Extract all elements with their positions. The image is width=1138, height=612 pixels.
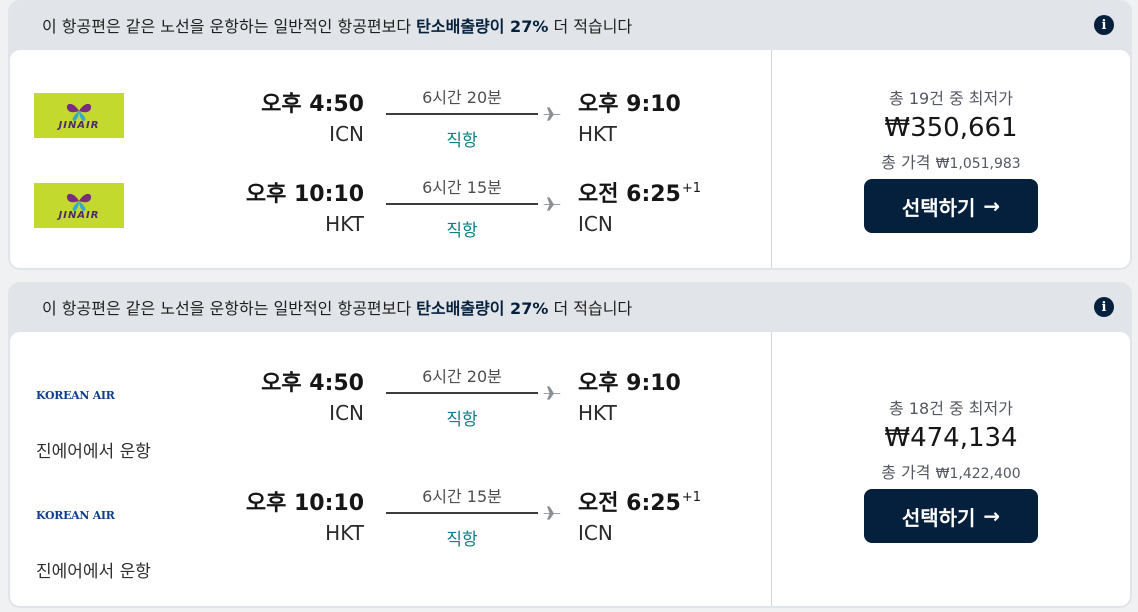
operated-by: 진에어에서 운항 [36, 562, 151, 582]
korean-air-logo: KOREAN AIR [36, 389, 115, 402]
arrival-airport: ICN [578, 212, 613, 236]
total-price: 총 가격 ₩1,051,983 [881, 153, 1021, 172]
airline-logo-text: JINAIR [58, 210, 100, 221]
butterfly-icon [66, 103, 92, 121]
route-line [386, 203, 538, 205]
route-line [386, 392, 538, 394]
select-button[interactable]: 선택하기 → [864, 179, 1038, 233]
arrival-airport: ICN [578, 521, 613, 545]
arrival-time: 오후 9:10 [578, 371, 681, 396]
return-leg: KOREAN AIR 진에어에서 운항 오후 10:10 HKT 6시간 15분… [10, 475, 772, 582]
price-panel: 총 18건 중 최저가 ₩474,134 총 가격 ₩1,422,400 선택하… [772, 332, 1130, 606]
route-line [386, 512, 538, 514]
outbound-leg: KOREAN AIR 진에어에서 운항 오후 4:50 ICN 6시간 20분 … [10, 355, 772, 462]
price-panel: 총 19건 중 최저가 ₩350,661 총 가격 ₩1,051,983 선택하… [772, 50, 1130, 268]
flight-duration: 6시간 15분 [422, 487, 502, 506]
jin-air-logo: JINAIR [34, 93, 124, 138]
stops-label: 직항 [446, 530, 478, 550]
price-per-person: ₩474,134 [884, 423, 1018, 453]
departure-time: 오후 10:10 [245, 182, 364, 207]
departure-time: 오후 4:50 [261, 371, 364, 396]
departure-airport: HKT [325, 521, 364, 545]
arrival-time: 오전 6:25+1 [578, 490, 702, 516]
plane-icon [543, 107, 561, 121]
day-offset: +1 [681, 490, 702, 505]
flight-result-card[interactable]: 이 항공편은 같은 노선을 운항하는 일반적인 항공편보다 탄소배출량이 27%… [8, 0, 1132, 270]
eco-highlight: 탄소배출량이 27% [416, 17, 549, 36]
stops-label: 직항 [446, 221, 478, 241]
arrival-airport: HKT [578, 122, 617, 146]
deal-count: 총 19건 중 최저가 [889, 89, 1013, 108]
stops-label: 직항 [446, 131, 478, 151]
total-price: 총 가격 ₩1,422,400 [881, 463, 1021, 482]
route-line [386, 113, 538, 115]
airline-logo-text: JINAIR [58, 120, 100, 131]
jin-air-logo: JINAIR [34, 183, 124, 228]
return-leg: JINAIR 오후 10:10 HKT 6시간 15분 직항 오전 6:25+1… [10, 166, 772, 256]
price-per-person: ₩350,661 [884, 113, 1018, 143]
arrival-time: 오전 6:25+1 [578, 181, 702, 207]
flight-duration: 6시간 15분 [422, 178, 502, 197]
arrival-time: 오후 9:10 [578, 92, 681, 117]
outbound-leg: JINAIR 오후 4:50 ICN 6시간 20분 직항 오후 9:10 HK… [10, 76, 772, 166]
select-button[interactable]: 선택하기 → [864, 489, 1038, 543]
flight-result-card[interactable]: 이 항공편은 같은 노선을 운항하는 일반적인 항공편보다 탄소배출량이 27%… [8, 282, 1132, 608]
departure-airport: ICN [329, 122, 364, 146]
arrival-airport: HKT [578, 401, 617, 425]
info-icon[interactable]: i [1094, 297, 1114, 317]
arrow-right-icon: → [983, 194, 1001, 218]
departure-airport: ICN [329, 401, 364, 425]
plane-icon [543, 197, 561, 211]
eco-banner: 이 항공편은 같은 노선을 운항하는 일반적인 항공편보다 탄소배출량이 27%… [8, 0, 1132, 50]
departure-time: 오후 10:10 [245, 491, 364, 516]
departure-time: 오후 4:50 [261, 92, 364, 117]
deal-count: 총 18건 중 최저가 [889, 399, 1013, 418]
departure-airport: HKT [325, 212, 364, 236]
itinerary-body[interactable]: KOREAN AIR 진에어에서 운항 오후 4:50 ICN 6시간 20분 … [10, 332, 1130, 606]
eco-banner: 이 항공편은 같은 노선을 운항하는 일반적인 항공편보다 탄소배출량이 27%… [8, 282, 1132, 332]
arrow-right-icon: → [983, 504, 1001, 528]
itinerary-legs: KOREAN AIR 진에어에서 운항 오후 4:50 ICN 6시간 20분 … [10, 332, 772, 606]
flight-duration: 6시간 20분 [422, 88, 502, 107]
plane-icon [543, 386, 561, 400]
flight-results: 이 항공편은 같은 노선을 운항하는 일반적인 항공편보다 탄소배출량이 27%… [0, 0, 1138, 612]
itinerary-legs: JINAIR 오후 4:50 ICN 6시간 20분 직항 오후 9:10 HK… [10, 50, 772, 268]
eco-message: 이 항공편은 같은 노선을 운항하는 일반적인 항공편보다 탄소배출량이 27%… [42, 299, 633, 318]
day-offset: +1 [681, 181, 702, 196]
stops-label: 직항 [446, 410, 478, 430]
butterfly-icon [66, 193, 92, 211]
info-icon[interactable]: i [1094, 15, 1114, 35]
eco-highlight: 탄소배출량이 27% [416, 299, 549, 318]
eco-message: 이 항공편은 같은 노선을 운항하는 일반적인 항공편보다 탄소배출량이 27%… [42, 17, 633, 36]
itinerary-body[interactable]: JINAIR 오후 4:50 ICN 6시간 20분 직항 오후 9:10 HK… [10, 50, 1130, 268]
operated-by: 진에어에서 운항 [36, 442, 151, 462]
flight-duration: 6시간 20분 [422, 367, 502, 386]
korean-air-logo: KOREAN AIR [36, 509, 115, 522]
plane-icon [543, 506, 561, 520]
